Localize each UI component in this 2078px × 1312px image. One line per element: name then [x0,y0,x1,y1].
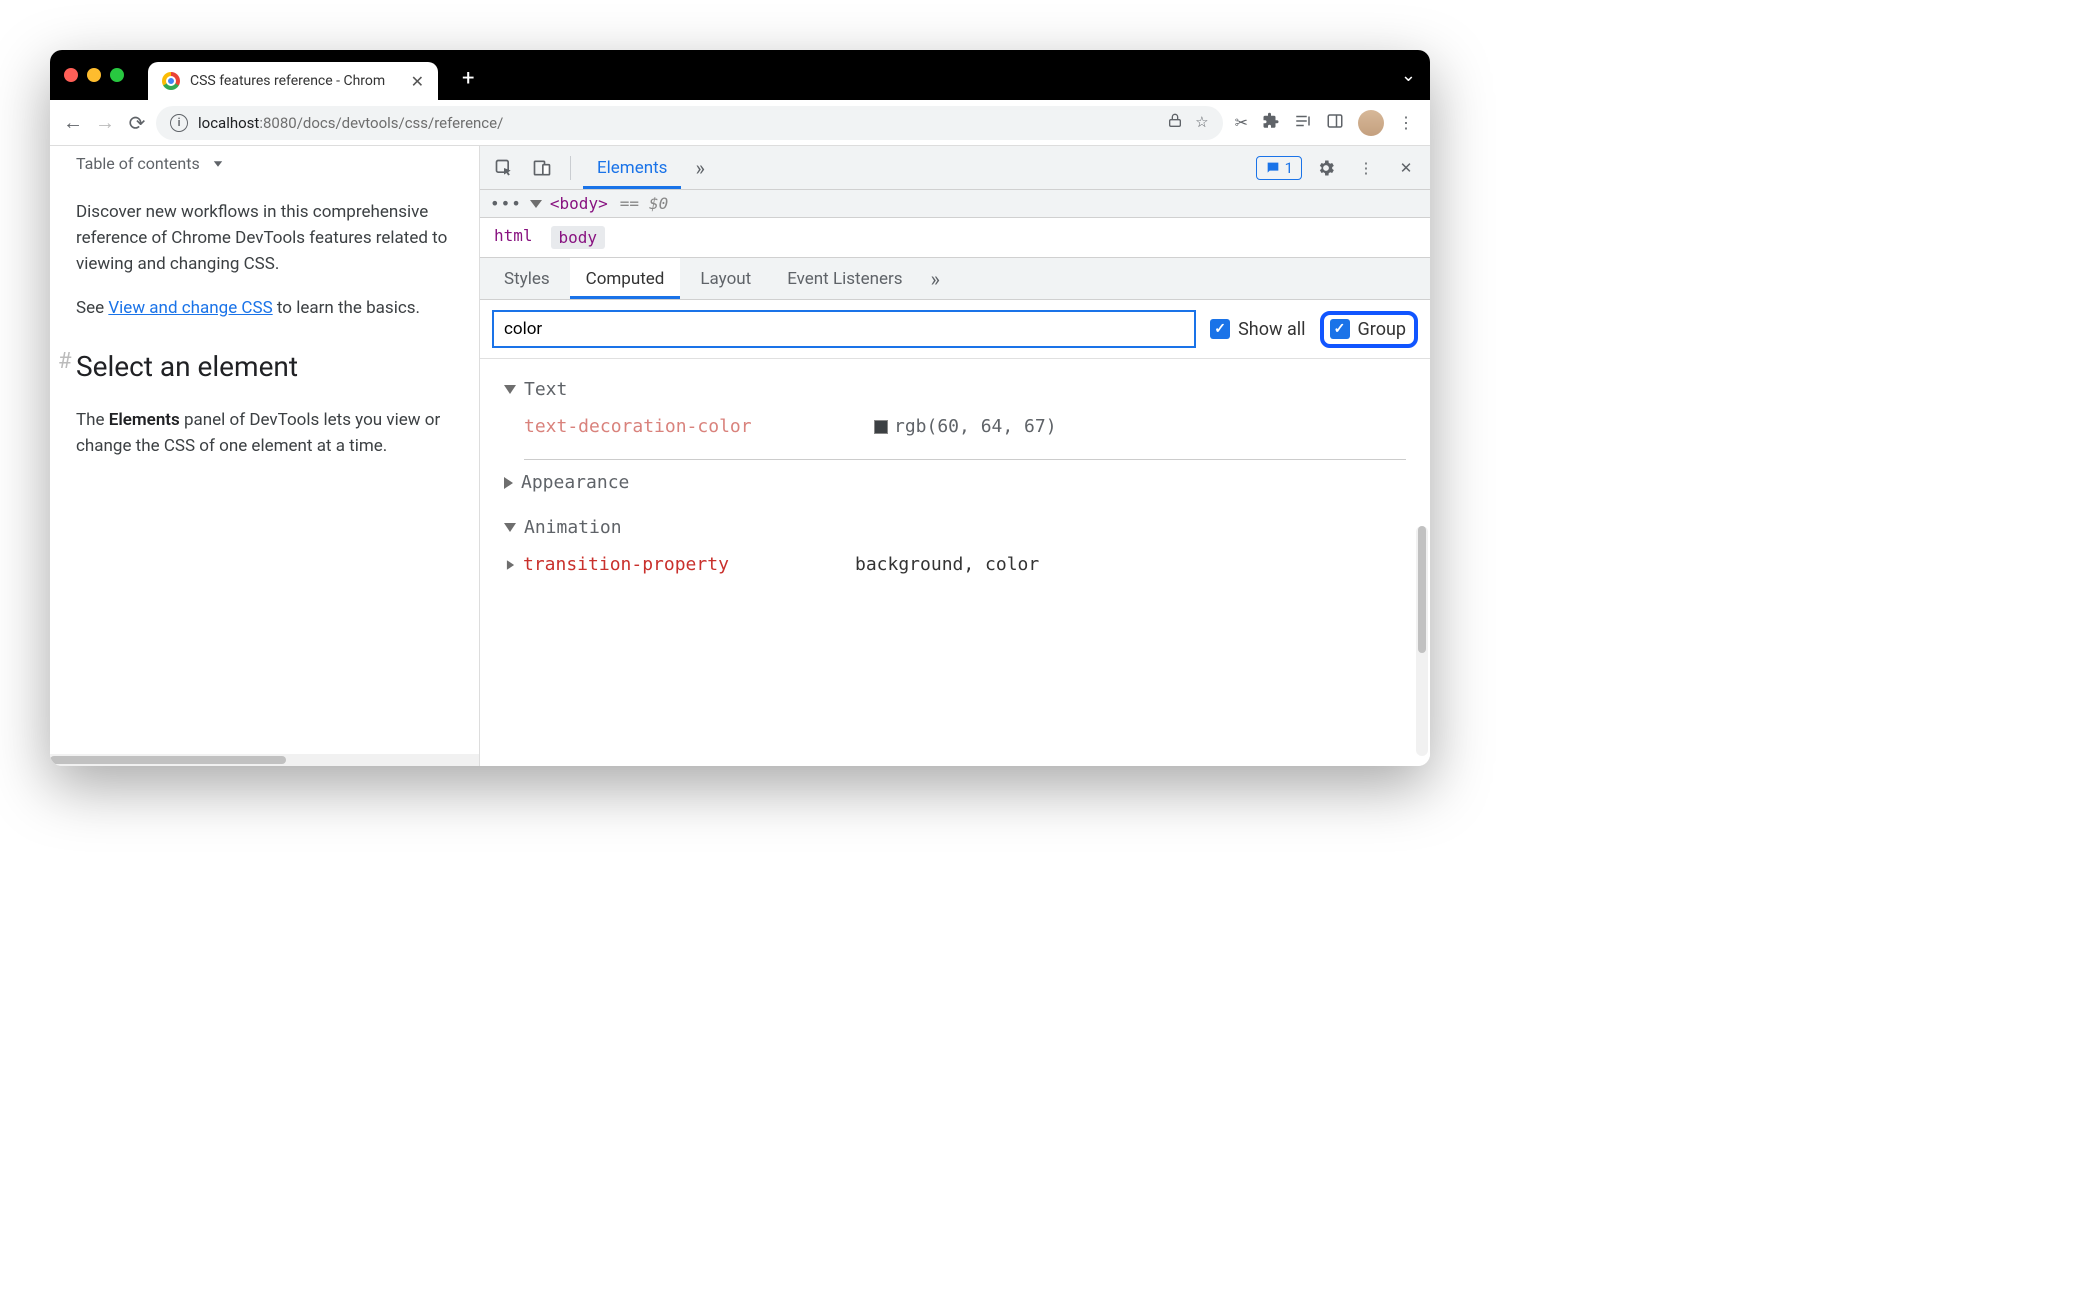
close-tab-icon[interactable]: ✕ [411,72,424,91]
filter-input[interactable] [492,310,1196,348]
property-value: rgb(60, 64, 67) [874,416,1057,437]
inspect-element-icon[interactable] [488,152,520,184]
color-swatch-icon[interactable] [874,420,888,434]
content-area: Table of contents Discover new workflows… [50,146,1430,766]
dom-selected-row[interactable]: ••• <body> == $0 [480,190,1430,218]
group-text-header[interactable]: Text [504,373,1406,406]
share-icon[interactable] [1167,113,1183,133]
url-actions: ☆ [1167,113,1208,133]
dom-equals: == [620,194,639,213]
back-button[interactable]: ← [60,110,86,136]
property-row[interactable]: transition-property background, color [504,544,1406,585]
group-appearance-label: Appearance [521,472,629,493]
section-heading: #Select an element [76,345,453,388]
more-subpanel-tabs-icon[interactable]: » [923,267,948,291]
property-name: transition-property [523,554,855,575]
group-appearance-header[interactable]: Appearance [504,466,1406,499]
elements-paragraph: The Elements panel of DevTools lets you … [76,407,453,460]
page-content: Table of contents Discover new workflows… [50,146,480,766]
tab-layout[interactable]: Layout [684,258,767,299]
reading-list-icon[interactable] [1294,112,1312,134]
computed-filter-row: ✓ Show all ✓ Group [480,300,1430,359]
site-info-icon[interactable]: i [170,114,188,132]
group-animation: Animation transition-property background… [480,505,1430,591]
tab-title: CSS features reference - Chrom [190,73,401,89]
property-value: background, color [855,554,1039,575]
triangle-down-icon [504,523,516,532]
kebab-menu-icon[interactable]: ⋮ [1350,152,1382,184]
messages-badge[interactable]: 1 [1256,156,1302,180]
url-toolbar: ← → ⟳ i localhost:8080/docs/devtools/css… [50,100,1430,146]
device-toggle-icon[interactable] [526,152,558,184]
minimize-window-button[interactable] [87,68,101,82]
browser-window: CSS features reference - Chrom ✕ + ⌄ ← →… [50,50,1430,766]
scissors-icon[interactable]: ✂ [1235,113,1248,132]
browser-tab[interactable]: CSS features reference - Chrom ✕ [148,62,438,100]
anchor-hash-icon[interactable]: # [58,345,72,379]
group-text-label: Text [524,379,567,400]
forward-button[interactable]: → [92,110,118,136]
triangle-down-icon [504,385,516,394]
settings-icon[interactable] [1310,152,1342,184]
chrome-icon [162,72,180,90]
breadcrumb-html[interactable]: html [494,226,533,249]
devtools-toolbar: Elements » 1 ⋮ ✕ [480,146,1430,190]
divider [570,156,571,180]
checkbox-checked-icon: ✓ [1330,319,1350,339]
ellipsis-icon: ••• [490,194,522,213]
toc-label: Table of contents [76,152,200,177]
tab-styles[interactable]: Styles [488,258,566,299]
dom-breadcrumb: html body [480,218,1430,258]
property-name: text-decoration-color [524,416,874,437]
dom-tag: <body> [550,194,608,213]
show-all-label: Show all [1238,319,1305,340]
browser-actions: ✂ ⋮ [1229,110,1420,136]
triangle-right-icon [504,477,513,489]
property-row[interactable]: text-decoration-color rgb(60, 64, 67) [504,406,1406,447]
devtools-panel: Elements » 1 ⋮ ✕ ••• <body> [480,146,1430,766]
intro-paragraph: Discover new workflows in this comprehen… [76,199,453,278]
new-tab-button[interactable]: + [462,66,474,91]
close-devtools-icon[interactable]: ✕ [1390,152,1422,184]
window-controls [64,68,124,82]
reload-button[interactable]: ⟳ [124,110,150,136]
group-appearance: Appearance [480,460,1430,505]
styles-subpanel-tabs: Styles Computed Layout Event Listeners » [480,258,1430,300]
group-text: Text text-decoration-color rgb(60, 64, 6… [480,367,1430,453]
table-of-contents-toggle[interactable]: Table of contents [76,152,453,177]
tabs-dropdown-icon[interactable]: ⌄ [1401,65,1416,86]
group-animation-label: Animation [524,517,622,538]
breadcrumb-body[interactable]: body [551,226,606,249]
profile-avatar[interactable] [1358,110,1384,136]
messages-count: 1 [1285,159,1293,177]
show-all-checkbox[interactable]: ✓ Show all [1210,319,1305,340]
more-tabs-icon[interactable]: » [687,156,712,180]
group-label: Group [1358,319,1406,340]
triangle-right-icon [507,560,514,570]
vertical-scrollbar[interactable] [1416,526,1428,756]
tab-computed[interactable]: Computed [570,258,681,299]
url-text: localhost:8080/docs/devtools/css/referen… [198,114,503,132]
group-animation-header[interactable]: Animation [504,511,1406,544]
checkbox-checked-icon: ✓ [1210,319,1230,339]
horizontal-scrollbar[interactable] [50,754,479,766]
close-window-button[interactable] [64,68,78,82]
expand-triangle-icon[interactable] [530,200,542,208]
address-bar[interactable]: i localhost:8080/docs/devtools/css/refer… [156,106,1223,140]
side-panel-icon[interactable] [1326,112,1344,134]
extensions-icon[interactable] [1262,112,1280,134]
chevron-down-icon [214,162,222,168]
bookmark-icon[interactable]: ☆ [1195,113,1208,133]
window-titlebar: CSS features reference - Chrom ✕ + ⌄ [50,50,1430,100]
dom-dollar: $0 [649,194,668,213]
tab-event-listeners[interactable]: Event Listeners [771,258,918,299]
see-paragraph: See View and change CSS to learn the bas… [76,295,453,321]
chrome-menu-icon[interactable]: ⋮ [1398,113,1414,132]
group-checkbox[interactable]: ✓ Group [1320,311,1418,348]
computed-properties: Text text-decoration-color rgb(60, 64, 6… [480,359,1430,591]
view-change-css-link[interactable]: View and change CSS [108,298,272,318]
tab-elements[interactable]: Elements [583,146,681,189]
maximize-window-button[interactable] [110,68,124,82]
